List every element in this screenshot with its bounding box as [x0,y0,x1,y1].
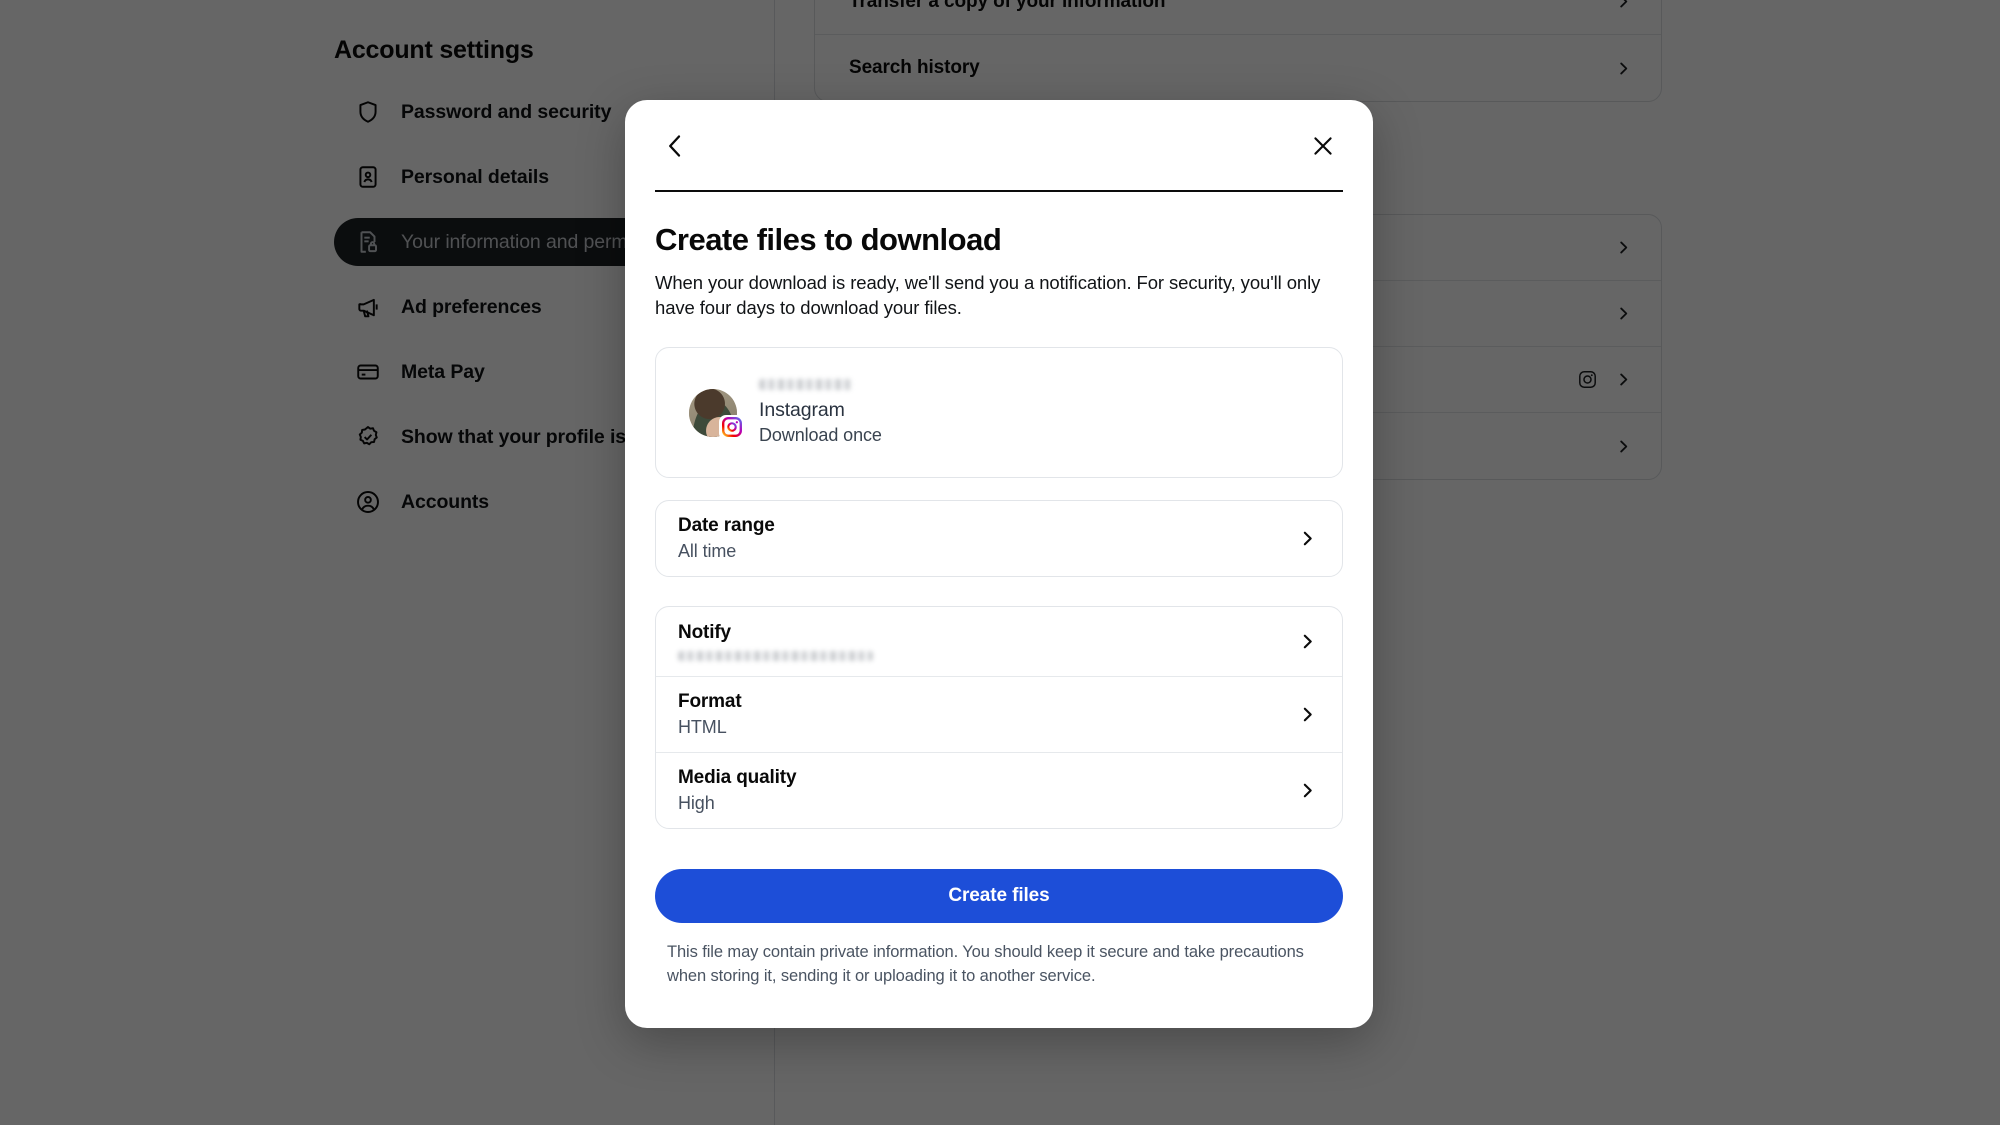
close-icon [1314,137,1332,155]
modal-title: Create files to download [655,222,1002,257]
account-card[interactable]: Instagram Download once [655,347,1343,479]
option-text: Date range All time [678,515,775,562]
chevron-right-icon [1299,530,1316,547]
chevron-right-icon [1299,706,1316,723]
create-files-button[interactable]: Create files [655,869,1343,924]
option-row-date-range[interactable]: Date range All time [656,501,1342,576]
account-service-name: Instagram [759,399,845,422]
option-row-format[interactable]: Format HTML [656,677,1342,754]
account-username-redacted [759,379,852,391]
option-text: Format HTML [678,691,742,738]
chevron-right-icon [1299,782,1316,799]
option-text: Media quality High [678,767,797,814]
option-value: All time [678,541,737,562]
option-row-media-quality[interactable]: Media quality High [656,753,1342,828]
modal-subtitle: When your download is ready, we'll send … [655,272,1321,318]
instagram-icon [721,417,742,438]
option-label: Date range [678,515,775,537]
option-label: Format [678,691,742,713]
modal-body: Create files to download When your downl… [625,192,1373,1028]
instagram-badge [719,414,744,440]
option-value: High [678,793,715,814]
close-button[interactable] [1301,124,1345,168]
option-value: HTML [678,717,727,738]
option-value-redacted [678,651,873,662]
account-frequency: Download once [759,425,882,446]
account-text: Instagram Download once [759,379,882,446]
modal-header [625,100,1373,192]
option-text: Notify [678,622,873,662]
options-group-date-range: Date range All time [655,500,1343,578]
options-group-settings: Notify Format HTML Media quality High [655,606,1343,830]
avatar [689,388,744,440]
create-files-modal: Create files to download When your downl… [625,100,1373,1028]
option-label: Media quality [678,767,797,789]
privacy-disclaimer: This file may contain private informatio… [667,943,1304,985]
option-row-notify[interactable]: Notify [656,607,1342,678]
screen: Account settings Password and security [0,0,2000,1125]
chevron-left-icon [669,135,681,157]
chevron-right-icon [1299,633,1316,650]
option-label: Notify [678,622,731,644]
back-button[interactable] [653,124,697,168]
